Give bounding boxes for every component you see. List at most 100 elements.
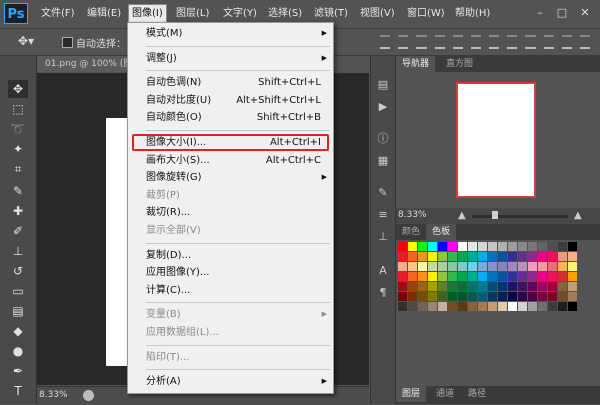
clone-stamp-icon[interactable]: ⊥ bbox=[8, 242, 28, 260]
move-tool-preset-icon[interactable]: ✥▾ bbox=[18, 34, 34, 48]
brush-tool-icon[interactable]: ✐ bbox=[8, 222, 28, 240]
menu-window[interactable]: 窗口(W) bbox=[404, 5, 448, 22]
color-swatch[interactable] bbox=[478, 262, 487, 271]
color-swatch[interactable] bbox=[468, 282, 477, 291]
color-swatch[interactable] bbox=[518, 302, 527, 311]
color-swatch[interactable] bbox=[568, 252, 577, 261]
align-top-icon[interactable] bbox=[380, 35, 391, 49]
color-swatch[interactable] bbox=[428, 302, 437, 311]
menu-item[interactable]: 画布大小(S)... Alt+Ctrl+C bbox=[128, 152, 333, 169]
brush-panel-icon[interactable]: ✎ bbox=[375, 186, 391, 200]
status-info-icon[interactable] bbox=[83, 390, 94, 401]
zoom-out-icon[interactable]: ▲ bbox=[458, 210, 466, 221]
color-swatch[interactable] bbox=[408, 242, 417, 251]
color-swatch[interactable] bbox=[428, 272, 437, 281]
menu-item[interactable]: 模式(M) ▶ bbox=[128, 25, 333, 42]
color-swatch[interactable] bbox=[438, 272, 447, 281]
color-swatch[interactable] bbox=[488, 242, 497, 251]
menu-item[interactable]: 自动色调(N) Shift+Ctrl+L bbox=[128, 74, 333, 91]
color-swatch[interactable] bbox=[518, 252, 527, 261]
color-swatch[interactable] bbox=[498, 252, 507, 261]
color-swatch[interactable] bbox=[448, 282, 457, 291]
color-swatch[interactable] bbox=[498, 302, 507, 311]
history-brush-icon[interactable]: ↺ bbox=[8, 262, 28, 280]
color-swatch[interactable] bbox=[548, 302, 557, 311]
menu-view[interactable]: 视图(V) bbox=[357, 5, 398, 22]
color-swatch[interactable] bbox=[528, 242, 537, 251]
color-swatch[interactable] bbox=[438, 302, 447, 311]
color-swatch[interactable] bbox=[398, 272, 407, 281]
color-swatch[interactable] bbox=[418, 302, 427, 311]
color-swatch[interactable] bbox=[488, 262, 497, 271]
color-swatch[interactable] bbox=[398, 282, 407, 291]
color-swatch[interactable] bbox=[418, 292, 427, 301]
menu-item[interactable]: 复制(D)... bbox=[128, 247, 333, 264]
distribute-left-icon[interactable] bbox=[543, 35, 554, 49]
color-swatch[interactable] bbox=[418, 272, 427, 281]
auto-select-checkbox[interactable] bbox=[62, 37, 73, 48]
crop-tool-icon[interactable]: ⌗ bbox=[8, 160, 28, 178]
color-swatch[interactable] bbox=[538, 262, 547, 271]
move-tool-icon[interactable]: ✥ bbox=[8, 80, 28, 98]
color-swatch[interactable] bbox=[538, 282, 547, 291]
healing-brush-icon[interactable]: ✚ bbox=[8, 202, 28, 220]
color-swatch[interactable] bbox=[538, 242, 547, 251]
close-icon[interactable]: ✕ bbox=[575, 4, 595, 22]
menu-type[interactable]: 文字(Y) bbox=[220, 5, 260, 22]
color-swatch[interactable] bbox=[478, 302, 487, 311]
menu-item[interactable]: 裁切(R)... bbox=[128, 204, 333, 221]
color-swatch[interactable] bbox=[478, 292, 487, 301]
color-swatch[interactable] bbox=[428, 242, 437, 251]
clone-source-icon[interactable]: ⊥ bbox=[375, 230, 391, 244]
color-swatch[interactable] bbox=[408, 262, 417, 271]
pen-tool-icon[interactable]: ✒ bbox=[8, 362, 28, 380]
menu-filter[interactable]: 滤镜(T) bbox=[311, 5, 351, 22]
color-swatch[interactable] bbox=[488, 292, 497, 301]
color-swatch[interactable] bbox=[408, 252, 417, 261]
dodge-tool-icon[interactable]: ● bbox=[8, 342, 28, 360]
color-swatch[interactable] bbox=[428, 282, 437, 291]
color-swatch[interactable] bbox=[548, 292, 557, 301]
color-swatch[interactable] bbox=[428, 262, 437, 271]
color-swatch[interactable] bbox=[478, 252, 487, 261]
color-swatch[interactable] bbox=[528, 302, 537, 311]
color-swatch[interactable] bbox=[548, 272, 557, 281]
align-right-icon[interactable] bbox=[470, 35, 482, 49]
brush-presets-icon[interactable]: ≡ bbox=[375, 208, 391, 222]
color-swatch[interactable] bbox=[418, 242, 427, 251]
color-swatch[interactable] bbox=[568, 282, 577, 291]
menu-select[interactable]: 选择(S) bbox=[265, 5, 305, 22]
color-swatch[interactable] bbox=[458, 262, 467, 271]
menu-file[interactable]: 文件(F) bbox=[38, 5, 78, 22]
color-swatch[interactable] bbox=[518, 282, 527, 291]
paragraph-panel-icon[interactable]: ¶ bbox=[375, 286, 391, 300]
distribute-top-icon[interactable] bbox=[489, 35, 500, 49]
color-swatch[interactable] bbox=[508, 282, 517, 291]
color-swatch[interactable] bbox=[478, 242, 487, 251]
color-swatch[interactable] bbox=[478, 282, 487, 291]
color-swatch[interactable] bbox=[398, 302, 407, 311]
tab-channels[interactable]: 通道 bbox=[430, 386, 460, 402]
info-panel-icon[interactable]: ⓘ bbox=[375, 132, 391, 146]
color-swatch[interactable] bbox=[438, 282, 447, 291]
align-center-icon[interactable] bbox=[452, 35, 463, 49]
color-swatch[interactable] bbox=[398, 242, 407, 251]
color-swatch[interactable] bbox=[558, 262, 567, 271]
color-swatch[interactable] bbox=[458, 272, 467, 281]
align-bottom-icon[interactable] bbox=[416, 35, 427, 49]
color-swatch[interactable] bbox=[568, 302, 577, 311]
color-swatch[interactable] bbox=[508, 252, 517, 261]
color-swatch[interactable] bbox=[428, 292, 437, 301]
color-swatch[interactable] bbox=[568, 262, 577, 271]
eyedropper-icon[interactable]: ✎ bbox=[8, 182, 28, 200]
color-swatch[interactable] bbox=[408, 302, 417, 311]
tab-histogram[interactable]: 直方图 bbox=[440, 56, 479, 72]
eraser-icon[interactable]: ▭ bbox=[8, 282, 28, 300]
color-swatch[interactable] bbox=[418, 282, 427, 291]
color-swatch[interactable] bbox=[468, 272, 477, 281]
color-swatch[interactable] bbox=[408, 282, 417, 291]
color-swatch[interactable] bbox=[398, 262, 407, 271]
color-swatch[interactable] bbox=[508, 242, 517, 251]
color-swatch[interactable] bbox=[458, 252, 467, 261]
color-swatch[interactable] bbox=[418, 252, 427, 261]
